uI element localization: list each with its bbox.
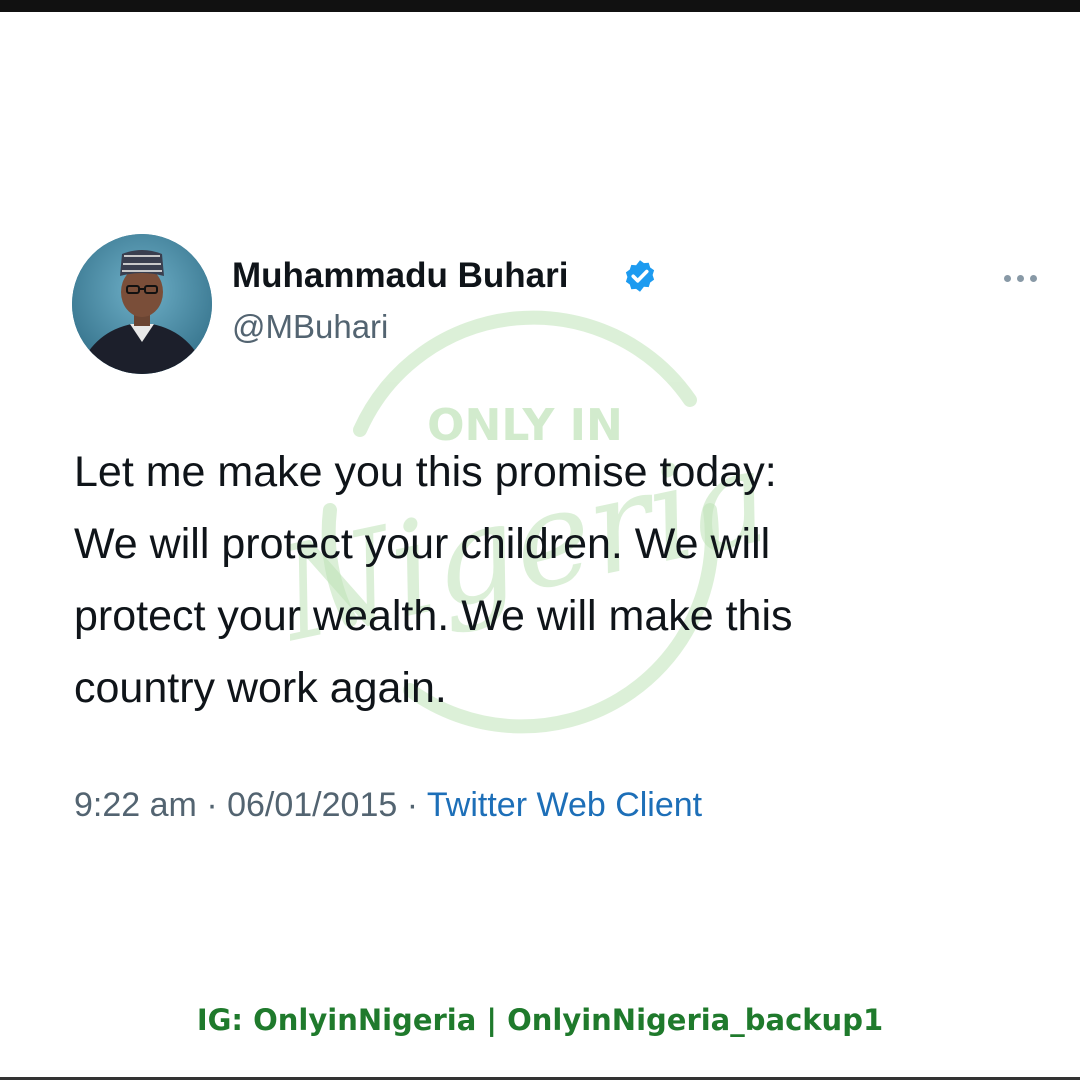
author-name[interactable]: Muhammadu Buhari: [232, 256, 568, 296]
verified-badge-icon: [625, 260, 655, 292]
meta-separator: ·: [406, 786, 419, 824]
top-border: [0, 0, 1080, 12]
more-dot: [1030, 274, 1037, 282]
avatar-portrait-image: [72, 234, 212, 374]
author-handle[interactable]: @MBuhari: [232, 308, 388, 346]
avatar[interactable]: [72, 234, 212, 374]
tweet-text: Let me make you this promise today: We w…: [74, 436, 1034, 724]
meta-separator: ·: [206, 786, 218, 824]
tweet-source-link[interactable]: Twitter Web Client: [427, 786, 702, 824]
more-options-icon[interactable]: [1004, 268, 1044, 288]
tweet-text-line: Let me make you this promise today:: [74, 448, 777, 496]
more-dot: [1017, 274, 1024, 282]
tweet-time[interactable]: 9:22 am: [74, 786, 197, 824]
tweet-text-line: protect your wealth. We will make this: [74, 592, 793, 640]
more-dot: [1004, 274, 1011, 282]
footer-credit: IG: OnlyinNigeria | OnlyinNigeria_backup…: [196, 1003, 884, 1037]
tweet-metadata: 9:22 am · 06/01/2015 · Twitter Web Clien…: [74, 786, 702, 825]
tweet-text-line: We will protect your children. We will: [74, 520, 771, 568]
tweet-date[interactable]: 06/01/2015: [227, 786, 397, 824]
tweet-text-line: country work again.: [74, 664, 447, 712]
